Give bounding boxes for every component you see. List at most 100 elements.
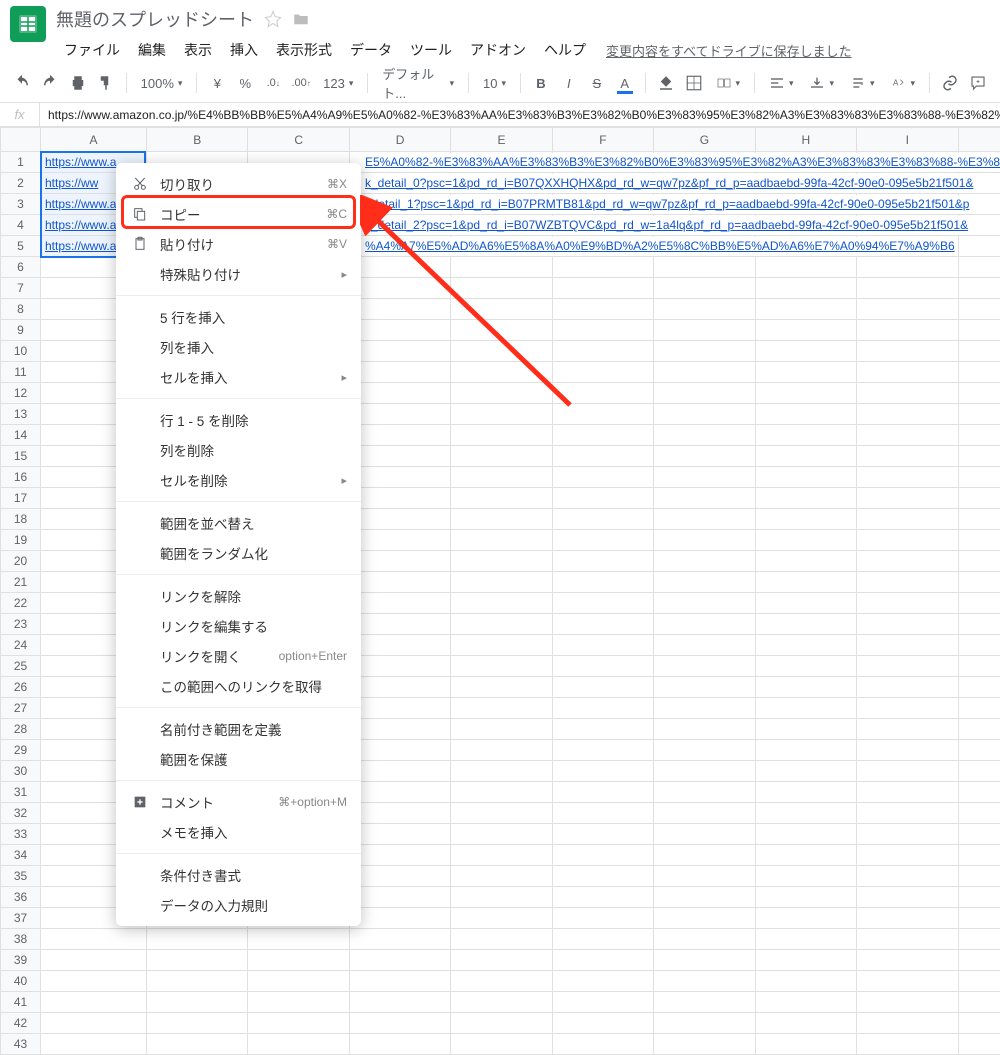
cell[interactable] <box>451 845 552 866</box>
row-header[interactable]: 15 <box>1 446 41 467</box>
cell[interactable] <box>857 656 958 677</box>
cell[interactable] <box>349 341 450 362</box>
row-header[interactable]: 7 <box>1 278 41 299</box>
cell[interactable] <box>451 635 552 656</box>
cell[interactable] <box>755 719 856 740</box>
cell[interactable] <box>654 677 755 698</box>
cell[interactable] <box>654 467 755 488</box>
row-header[interactable]: 21 <box>1 572 41 593</box>
cell[interactable] <box>857 698 958 719</box>
cell[interactable] <box>654 887 755 908</box>
col-header-H[interactable]: H <box>755 128 856 152</box>
row-header[interactable]: 27 <box>1 698 41 719</box>
cell[interactable] <box>451 488 552 509</box>
cell[interactable] <box>958 950 1000 971</box>
cell[interactable] <box>958 299 1000 320</box>
cell[interactable] <box>857 1013 958 1034</box>
col-header-B[interactable]: B <box>147 128 248 152</box>
cell[interactable] <box>349 173 450 194</box>
cell[interactable] <box>349 215 450 236</box>
cell[interactable] <box>857 887 958 908</box>
cell[interactable] <box>958 698 1000 719</box>
cell[interactable] <box>552 635 653 656</box>
cell[interactable] <box>857 152 958 173</box>
cell[interactable] <box>857 404 958 425</box>
cell[interactable] <box>451 509 552 530</box>
cell[interactable] <box>755 866 856 887</box>
cell[interactable] <box>755 341 856 362</box>
row-header[interactable]: 25 <box>1 656 41 677</box>
cell[interactable] <box>349 635 450 656</box>
cell[interactable] <box>755 698 856 719</box>
cell[interactable] <box>755 446 856 467</box>
cell[interactable] <box>349 593 450 614</box>
cell[interactable] <box>857 341 958 362</box>
cell[interactable] <box>451 530 552 551</box>
cell[interactable] <box>755 887 856 908</box>
cell[interactable] <box>349 1013 450 1034</box>
cell[interactable] <box>857 845 958 866</box>
cell[interactable] <box>755 194 856 215</box>
row-header[interactable]: 40 <box>1 971 41 992</box>
cell[interactable] <box>552 341 653 362</box>
cell[interactable] <box>958 1013 1000 1034</box>
cell[interactable] <box>349 698 450 719</box>
cell[interactable] <box>857 866 958 887</box>
cell[interactable] <box>755 593 856 614</box>
cell[interactable] <box>349 908 450 929</box>
cell[interactable] <box>958 278 1000 299</box>
cell[interactable] <box>958 383 1000 404</box>
cell[interactable] <box>654 719 755 740</box>
cell[interactable] <box>654 530 755 551</box>
cell[interactable] <box>958 656 1000 677</box>
row-header[interactable]: 13 <box>1 404 41 425</box>
cell[interactable] <box>654 1013 755 1034</box>
cell[interactable] <box>552 677 653 698</box>
cell[interactable] <box>147 929 248 950</box>
row-header[interactable]: 6 <box>1 257 41 278</box>
cell[interactable] <box>857 614 958 635</box>
cell[interactable] <box>857 173 958 194</box>
cell[interactable] <box>349 887 450 908</box>
row-header[interactable]: 26 <box>1 677 41 698</box>
row-header[interactable]: 19 <box>1 530 41 551</box>
cm-delete-col[interactable]: 列を削除 <box>116 435 361 465</box>
cell[interactable] <box>958 971 1000 992</box>
cell[interactable] <box>857 509 958 530</box>
cell[interactable] <box>958 152 1000 173</box>
bold-button[interactable]: B <box>529 70 553 96</box>
cell[interactable] <box>857 278 958 299</box>
cell[interactable] <box>857 362 958 383</box>
row-header[interactable]: 1 <box>1 152 41 173</box>
cell[interactable] <box>755 992 856 1013</box>
cm-copy[interactable]: コピー ⌘C <box>116 199 361 229</box>
cell[interactable] <box>654 152 755 173</box>
cell[interactable] <box>147 971 248 992</box>
cell[interactable] <box>451 572 552 593</box>
paint-format-button[interactable] <box>94 70 118 96</box>
cell[interactable] <box>451 362 552 383</box>
cell[interactable] <box>552 614 653 635</box>
cell[interactable] <box>654 971 755 992</box>
rotate-button[interactable]: A▾ <box>885 70 922 96</box>
strikethrough-button[interactable]: S <box>585 70 609 96</box>
cell[interactable] <box>552 761 653 782</box>
row-header[interactable]: 34 <box>1 845 41 866</box>
cell[interactable] <box>349 467 450 488</box>
cell[interactable] <box>755 278 856 299</box>
valign-button[interactable]: ▾ <box>803 70 840 96</box>
cell[interactable] <box>857 572 958 593</box>
cell[interactable] <box>654 866 755 887</box>
cell[interactable] <box>857 635 958 656</box>
cell[interactable] <box>552 950 653 971</box>
cell[interactable] <box>958 404 1000 425</box>
cell[interactable] <box>654 341 755 362</box>
row-header[interactable]: 41 <box>1 992 41 1013</box>
cell[interactable] <box>958 488 1000 509</box>
cell[interactable] <box>349 761 450 782</box>
cell[interactable] <box>654 425 755 446</box>
cell[interactable] <box>147 1013 248 1034</box>
row-header[interactable]: 11 <box>1 362 41 383</box>
cm-protect-range[interactable]: 範囲を保護 <box>116 744 361 774</box>
cell[interactable] <box>755 509 856 530</box>
